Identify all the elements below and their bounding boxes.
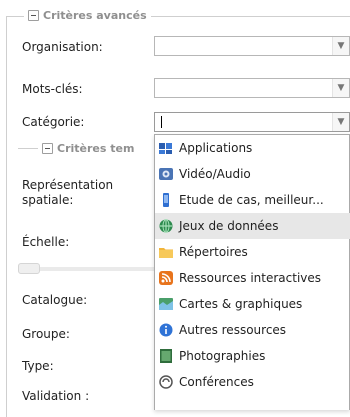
dropdown-item-conferences[interactable]: Conférences: [155, 369, 350, 395]
advanced-criteria-legend[interactable]: Critères avancés: [24, 9, 151, 22]
dropdown-item-video-audio[interactable]: Vidéo/Audio: [155, 161, 350, 187]
organisation-label: Organisation:: [22, 40, 103, 54]
dropdown-item-other[interactable]: Autres ressources: [155, 317, 350, 343]
dropdown-item-label: Autres ressources: [179, 323, 287, 337]
advanced-criteria-title: Critères avancés: [43, 9, 147, 22]
info-icon: [158, 322, 174, 338]
chevron-down-icon[interactable]: ▼: [332, 37, 349, 55]
dropdown-item-interactive[interactable]: Ressources interactives: [155, 265, 350, 291]
video-audio-icon: [158, 166, 174, 182]
applications-icon: [158, 140, 174, 156]
temporal-criteria-legend[interactable]: Critères tem: [38, 142, 139, 155]
dropdown-item-label: Conférences: [179, 375, 254, 389]
scale-label: Échelle:: [22, 235, 70, 249]
dropdown-item-label: Cartes & graphiques: [179, 297, 303, 311]
dropdown-item-directories[interactable]: Répertoires: [155, 239, 350, 265]
category-dropdown-list[interactable]: Applications Vidéo/Audio Etude de cas, m…: [154, 134, 350, 410]
conference-icon: [158, 374, 174, 390]
validation-label: Validation :: [22, 389, 90, 403]
dropdown-item-label: Répertoires: [179, 245, 248, 259]
category-combo[interactable]: ▼: [154, 112, 350, 132]
case-study-icon: [158, 192, 174, 208]
dropdown-item-applications[interactable]: Applications: [155, 135, 350, 161]
dropdown-item-photos[interactable]: Photographies: [155, 343, 350, 369]
dropdown-item-label: Jeux de données: [179, 219, 279, 233]
temporal-fieldset-border: [18, 148, 38, 149]
chevron-down-icon[interactable]: ▼: [332, 79, 349, 97]
dropdown-item-case-study[interactable]: Etude de cas, meilleur...: [155, 187, 350, 213]
scale-slider-thumb[interactable]: [18, 263, 40, 274]
dropdown-item-label: Etude de cas, meilleur...: [179, 193, 324, 207]
collapse-toggle-icon[interactable]: [42, 143, 53, 154]
collapse-toggle-icon[interactable]: [28, 10, 39, 21]
datasets-icon: [158, 218, 174, 234]
dropdown-item-label: Vidéo/Audio: [179, 167, 251, 181]
dropdown-item-label: Photographies: [179, 349, 266, 363]
text-caret: [161, 116, 162, 128]
category-label: Catégorie:: [22, 115, 85, 129]
group-label: Groupe:: [22, 327, 70, 341]
spatial-representation-label: Représentation spatiale:: [22, 178, 114, 207]
maps-charts-icon: [158, 296, 174, 312]
organisation-combo[interactable]: ▼: [154, 36, 350, 56]
chevron-down-icon[interactable]: ▼: [332, 113, 349, 131]
rss-icon: [158, 270, 174, 286]
dropdown-item-datasets[interactable]: Jeux de données: [155, 213, 350, 239]
temporal-criteria-title: Critères tem: [57, 142, 135, 155]
catalogue-label: Catalogue:: [22, 293, 88, 307]
dropdown-item-maps[interactable]: Cartes & graphiques: [155, 291, 350, 317]
dropdown-item-label: Ressources interactives: [179, 271, 322, 285]
dropdown-item-label: Applications: [179, 141, 253, 155]
keywords-label: Mots-clés:: [22, 82, 83, 96]
type-label: Type:: [22, 359, 54, 373]
photo-icon: [158, 348, 174, 364]
keywords-combo[interactable]: ▼: [154, 78, 350, 98]
folder-icon: [158, 244, 174, 260]
